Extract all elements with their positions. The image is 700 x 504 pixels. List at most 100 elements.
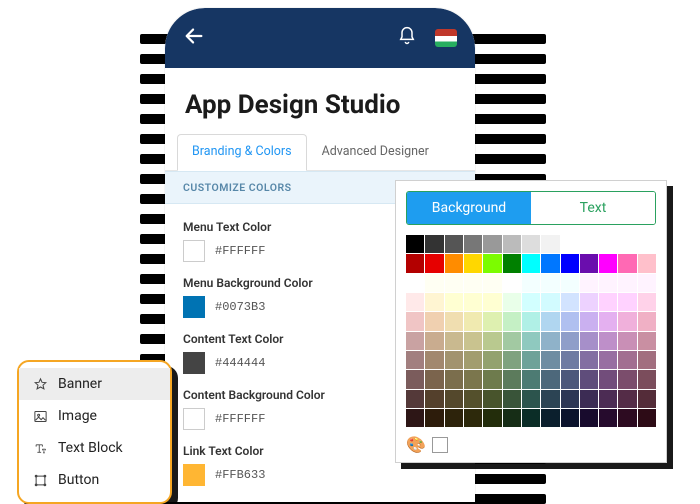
palette-cell[interactable] bbox=[561, 390, 579, 408]
palette-cell[interactable] bbox=[445, 312, 463, 330]
color-swatch[interactable] bbox=[183, 240, 205, 262]
palette-cell[interactable] bbox=[445, 370, 463, 388]
color-hex-value[interactable]: #FFB633 bbox=[215, 468, 265, 482]
palette-cell[interactable] bbox=[541, 235, 559, 253]
palette-cell[interactable] bbox=[425, 274, 443, 292]
palette-cell[interactable] bbox=[599, 370, 617, 388]
color-hex-value[interactable]: #FFFFFF bbox=[215, 412, 265, 426]
palette-cell[interactable] bbox=[580, 351, 598, 369]
palette-cell[interactable] bbox=[561, 332, 579, 350]
palette-cell[interactable] bbox=[638, 293, 656, 311]
palette-cell[interactable] bbox=[503, 312, 521, 330]
back-icon[interactable] bbox=[183, 25, 205, 51]
picker-mode-text[interactable]: Text bbox=[531, 192, 655, 224]
palette-cell[interactable] bbox=[445, 274, 463, 292]
palette-cell[interactable] bbox=[425, 293, 443, 311]
palette-cell[interactable] bbox=[522, 370, 540, 388]
palette-cell[interactable] bbox=[618, 370, 636, 388]
palette-cell[interactable] bbox=[638, 409, 656, 427]
palette-cell[interactable] bbox=[425, 351, 443, 369]
palette-cell[interactable] bbox=[464, 351, 482, 369]
palette-cell[interactable] bbox=[503, 409, 521, 427]
palette-cell[interactable] bbox=[425, 390, 443, 408]
palette-cell[interactable] bbox=[599, 254, 617, 272]
palette-cell[interactable] bbox=[464, 390, 482, 408]
palette-cell[interactable] bbox=[580, 254, 598, 272]
palette-cell[interactable] bbox=[599, 274, 617, 292]
palette-cell[interactable] bbox=[445, 254, 463, 272]
palette-icon[interactable]: 🎨 bbox=[406, 435, 426, 454]
palette-cell[interactable] bbox=[503, 293, 521, 311]
palette-cell[interactable] bbox=[425, 370, 443, 388]
palette-cell[interactable] bbox=[483, 235, 501, 253]
palette-cell[interactable] bbox=[580, 332, 598, 350]
palette-cell[interactable] bbox=[561, 274, 579, 292]
palette-cell[interactable] bbox=[618, 293, 636, 311]
palette-cell[interactable] bbox=[425, 332, 443, 350]
palette-cell[interactable] bbox=[561, 409, 579, 427]
palette-cell[interactable] bbox=[483, 409, 501, 427]
color-swatch[interactable] bbox=[183, 408, 205, 430]
palette-cell[interactable] bbox=[638, 390, 656, 408]
palette-cell[interactable] bbox=[599, 409, 617, 427]
palette-cell[interactable] bbox=[580, 274, 598, 292]
color-swatch[interactable] bbox=[183, 464, 205, 486]
palette-cell[interactable] bbox=[445, 235, 463, 253]
palette-cell[interactable] bbox=[406, 312, 424, 330]
palette-cell[interactable] bbox=[522, 312, 540, 330]
palette-cell[interactable] bbox=[483, 274, 501, 292]
palette-cell[interactable] bbox=[406, 351, 424, 369]
widget-option-banner[interactable]: Banner bbox=[19, 368, 170, 400]
palette-cell[interactable] bbox=[522, 390, 540, 408]
widget-option-button[interactable]: Button bbox=[19, 464, 170, 496]
palette-cell[interactable] bbox=[580, 293, 598, 311]
palette-cell[interactable] bbox=[561, 312, 579, 330]
palette-cell[interactable] bbox=[561, 254, 579, 272]
palette-cell[interactable] bbox=[425, 254, 443, 272]
palette-cell[interactable] bbox=[503, 235, 521, 253]
palette-cell[interactable] bbox=[445, 332, 463, 350]
palette-cell[interactable] bbox=[464, 254, 482, 272]
palette-cell[interactable] bbox=[406, 409, 424, 427]
palette-cell[interactable] bbox=[425, 235, 443, 253]
palette-cell[interactable] bbox=[425, 409, 443, 427]
palette-cell[interactable] bbox=[503, 370, 521, 388]
palette-cell[interactable] bbox=[464, 409, 482, 427]
palette-cell[interactable] bbox=[599, 332, 617, 350]
palette-cell[interactable] bbox=[406, 254, 424, 272]
palette-cell[interactable] bbox=[464, 293, 482, 311]
palette-cell[interactable] bbox=[425, 312, 443, 330]
widget-option-image[interactable]: Image bbox=[19, 400, 170, 432]
palette-cell[interactable] bbox=[599, 312, 617, 330]
palette-cell[interactable] bbox=[503, 390, 521, 408]
palette-cell[interactable] bbox=[541, 293, 559, 311]
palette-cell[interactable] bbox=[618, 254, 636, 272]
bell-icon[interactable] bbox=[397, 26, 417, 50]
palette-cell[interactable] bbox=[406, 390, 424, 408]
palette-cell[interactable] bbox=[522, 235, 540, 253]
palette-cell[interactable] bbox=[522, 293, 540, 311]
palette-cell[interactable] bbox=[541, 332, 559, 350]
profile-thumbnail[interactable] bbox=[435, 29, 457, 47]
palette-cell[interactable] bbox=[503, 254, 521, 272]
palette-cell[interactable] bbox=[406, 332, 424, 350]
palette-cell[interactable] bbox=[464, 312, 482, 330]
palette-cell[interactable] bbox=[561, 293, 579, 311]
palette-cell[interactable] bbox=[599, 235, 617, 253]
palette-cell[interactable] bbox=[483, 293, 501, 311]
color-hex-value[interactable]: #0073B3 bbox=[215, 300, 265, 314]
palette-cell[interactable] bbox=[618, 332, 636, 350]
palette-cell[interactable] bbox=[580, 370, 598, 388]
palette-cell[interactable] bbox=[599, 351, 617, 369]
palette-cell[interactable] bbox=[618, 390, 636, 408]
palette-cell[interactable] bbox=[483, 312, 501, 330]
palette-cell[interactable] bbox=[406, 293, 424, 311]
palette-cell[interactable] bbox=[522, 351, 540, 369]
palette-cell[interactable] bbox=[580, 409, 598, 427]
palette-cell[interactable] bbox=[541, 351, 559, 369]
current-color-swatch[interactable] bbox=[432, 437, 448, 453]
palette-cell[interactable] bbox=[618, 274, 636, 292]
color-swatch[interactable] bbox=[183, 296, 205, 318]
palette-cell[interactable] bbox=[406, 274, 424, 292]
palette-cell[interactable] bbox=[483, 370, 501, 388]
